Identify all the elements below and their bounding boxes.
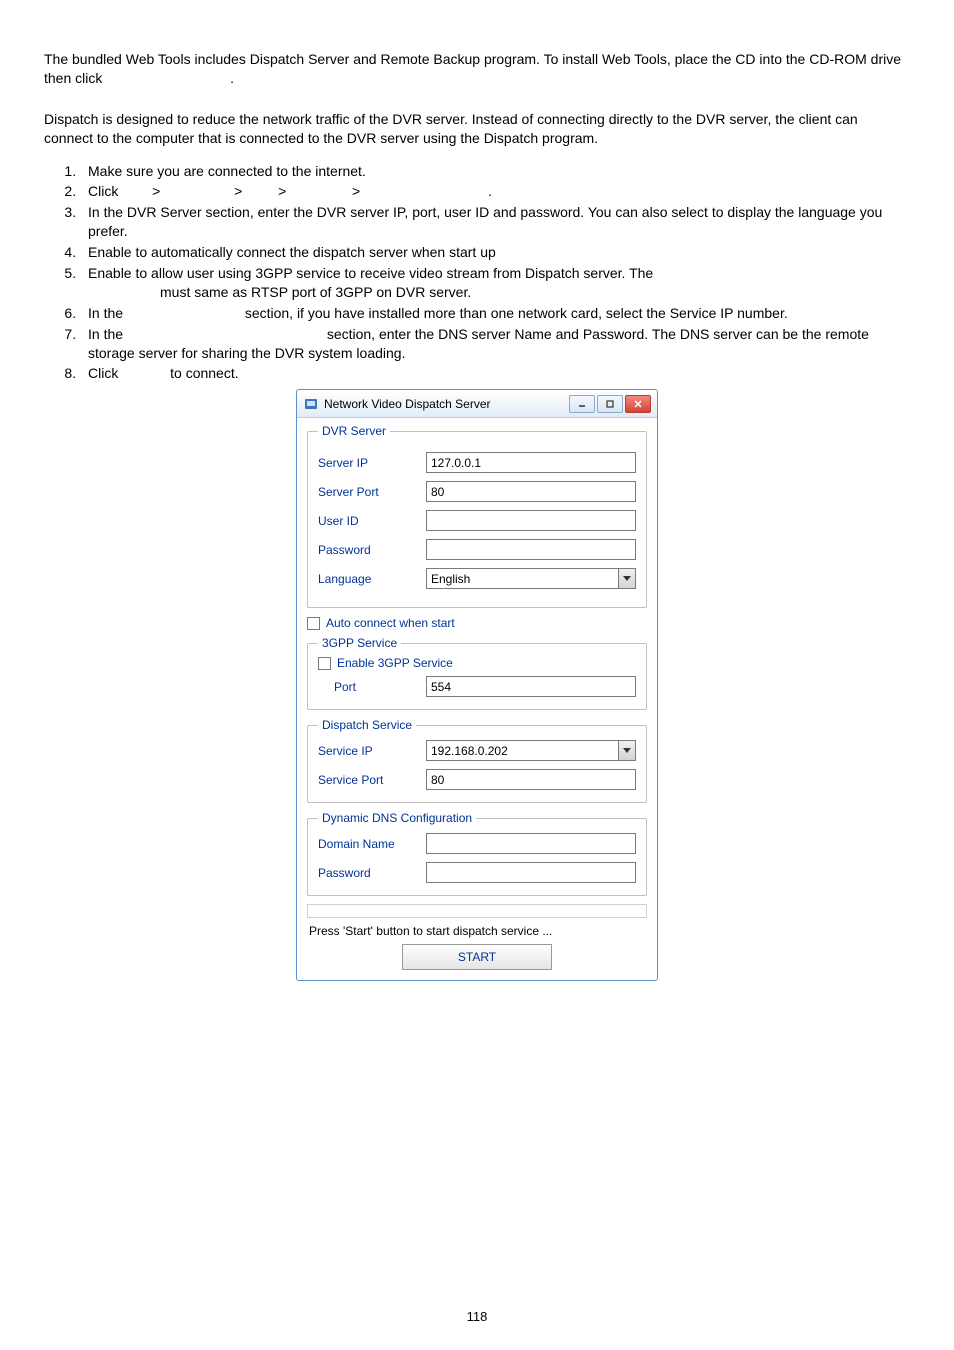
close-button[interactable]	[625, 395, 651, 413]
step-8-pre: Click	[88, 365, 118, 381]
maximize-button[interactable]	[597, 395, 623, 413]
gpp-port-label: Port	[318, 680, 426, 694]
step-4: Enable to automatically connect the disp…	[80, 243, 910, 262]
dropdown-arrow-icon[interactable]	[618, 569, 635, 588]
crumb-sep: >	[278, 183, 286, 199]
step-2: Click > > > > .	[80, 182, 910, 201]
dispatch-dialog: Network Video Dispatch Server DVR Server…	[296, 389, 658, 981]
step-7: In the section, enter the DNS server Nam…	[80, 325, 910, 363]
step-5-sub-a: Enable to allow user using 3GPP service …	[88, 264, 910, 283]
steps-list: Make sure you are connected to the inter…	[44, 162, 910, 384]
step-6-pre: In the	[88, 305, 123, 321]
gpp-service-group: 3GPP Service Enable 3GPP Service Port	[307, 636, 647, 710]
app-icon	[303, 396, 319, 412]
service-port-input[interactable]	[426, 769, 636, 790]
dvr-server-group: DVR Server Server IP Server Port User ID…	[307, 424, 647, 608]
step-5-sub-b: must same as RTSP port of 3GPP on DVR se…	[160, 283, 910, 302]
dns-password-label: Password	[318, 866, 426, 880]
step-7-pre: In the	[88, 326, 123, 342]
start-button-label: START	[458, 950, 496, 964]
dns-config-group: Dynamic DNS Configuration Domain Name Pa…	[307, 811, 647, 896]
server-port-input[interactable]	[426, 481, 636, 502]
dns-password-input[interactable]	[426, 862, 636, 883]
minimize-button[interactable]	[569, 395, 595, 413]
step-2-pre: Click	[88, 183, 118, 199]
dvr-server-legend: DVR Server	[318, 424, 390, 438]
gpp-port-input[interactable]	[426, 676, 636, 697]
titlebar[interactable]: Network Video Dispatch Server	[297, 390, 657, 418]
dvr-password-label: Password	[318, 543, 426, 557]
enable-3gpp-label: Enable 3GPP Service	[337, 656, 453, 670]
server-ip-input[interactable]	[426, 452, 636, 473]
step-6: In the section, if you have installed mo…	[80, 304, 910, 323]
crumb-sep: >	[234, 183, 242, 199]
dispatch-intro: Dispatch is designed to reduce the netwo…	[44, 110, 910, 148]
step-2-tail: .	[488, 183, 492, 199]
auto-connect-checkbox[interactable]	[307, 617, 320, 630]
enable-3gpp-checkbox[interactable]	[318, 657, 331, 670]
status-bar	[307, 904, 647, 918]
crumb-sep: >	[152, 183, 160, 199]
server-port-label: Server Port	[318, 485, 426, 499]
gpp-legend: 3GPP Service	[318, 636, 401, 650]
dvr-password-input[interactable]	[426, 539, 636, 560]
user-id-label: User ID	[318, 514, 426, 528]
step-1-text: Make sure you are connected to the inter…	[88, 163, 366, 179]
step-5: Enable to allow user using 3GPP service …	[80, 264, 910, 302]
crumb-sep: >	[352, 183, 360, 199]
page-number: 118	[0, 1309, 954, 1324]
dropdown-arrow-icon[interactable]	[618, 741, 635, 760]
service-ip-select[interactable]	[426, 740, 636, 761]
step-4-sub: Enable to automatically connect the disp…	[88, 243, 910, 262]
start-button[interactable]: START	[402, 944, 552, 970]
auto-connect-label: Auto connect when start	[326, 616, 455, 630]
step-3: In the DVR Server section, enter the DVR…	[80, 203, 910, 241]
service-ip-label: Service IP	[318, 744, 426, 758]
intro-text: The bundled Web Tools includes Dispatch …	[44, 51, 901, 86]
step-3-text: In the DVR Server section, enter the DVR…	[88, 204, 882, 239]
domain-name-label: Domain Name	[318, 837, 426, 851]
dispatch-service-group: Dispatch Service Service IP Service Port	[307, 718, 647, 803]
dispatch-legend: Dispatch Service	[318, 718, 416, 732]
server-ip-label: Server IP	[318, 456, 426, 470]
step-6-post: section, if you have installed more than…	[245, 305, 788, 321]
status-text: Press 'Start' button to start dispatch s…	[309, 924, 645, 938]
service-port-label: Service Port	[318, 773, 426, 787]
intro-tail: .	[230, 70, 234, 86]
window-title: Network Video Dispatch Server	[324, 397, 569, 411]
step-8-post: to connect.	[170, 365, 239, 381]
language-select[interactable]	[426, 568, 636, 589]
dns-legend: Dynamic DNS Configuration	[318, 811, 476, 825]
intro-paragraph: The bundled Web Tools includes Dispatch …	[44, 50, 910, 88]
language-label: Language	[318, 572, 426, 586]
user-id-input[interactable]	[426, 510, 636, 531]
step-1: Make sure you are connected to the inter…	[80, 162, 910, 181]
step-8: Click to connect.	[80, 364, 910, 383]
domain-name-input[interactable]	[426, 833, 636, 854]
step-7-post: section, enter the DNS server Name and P…	[88, 326, 869, 361]
